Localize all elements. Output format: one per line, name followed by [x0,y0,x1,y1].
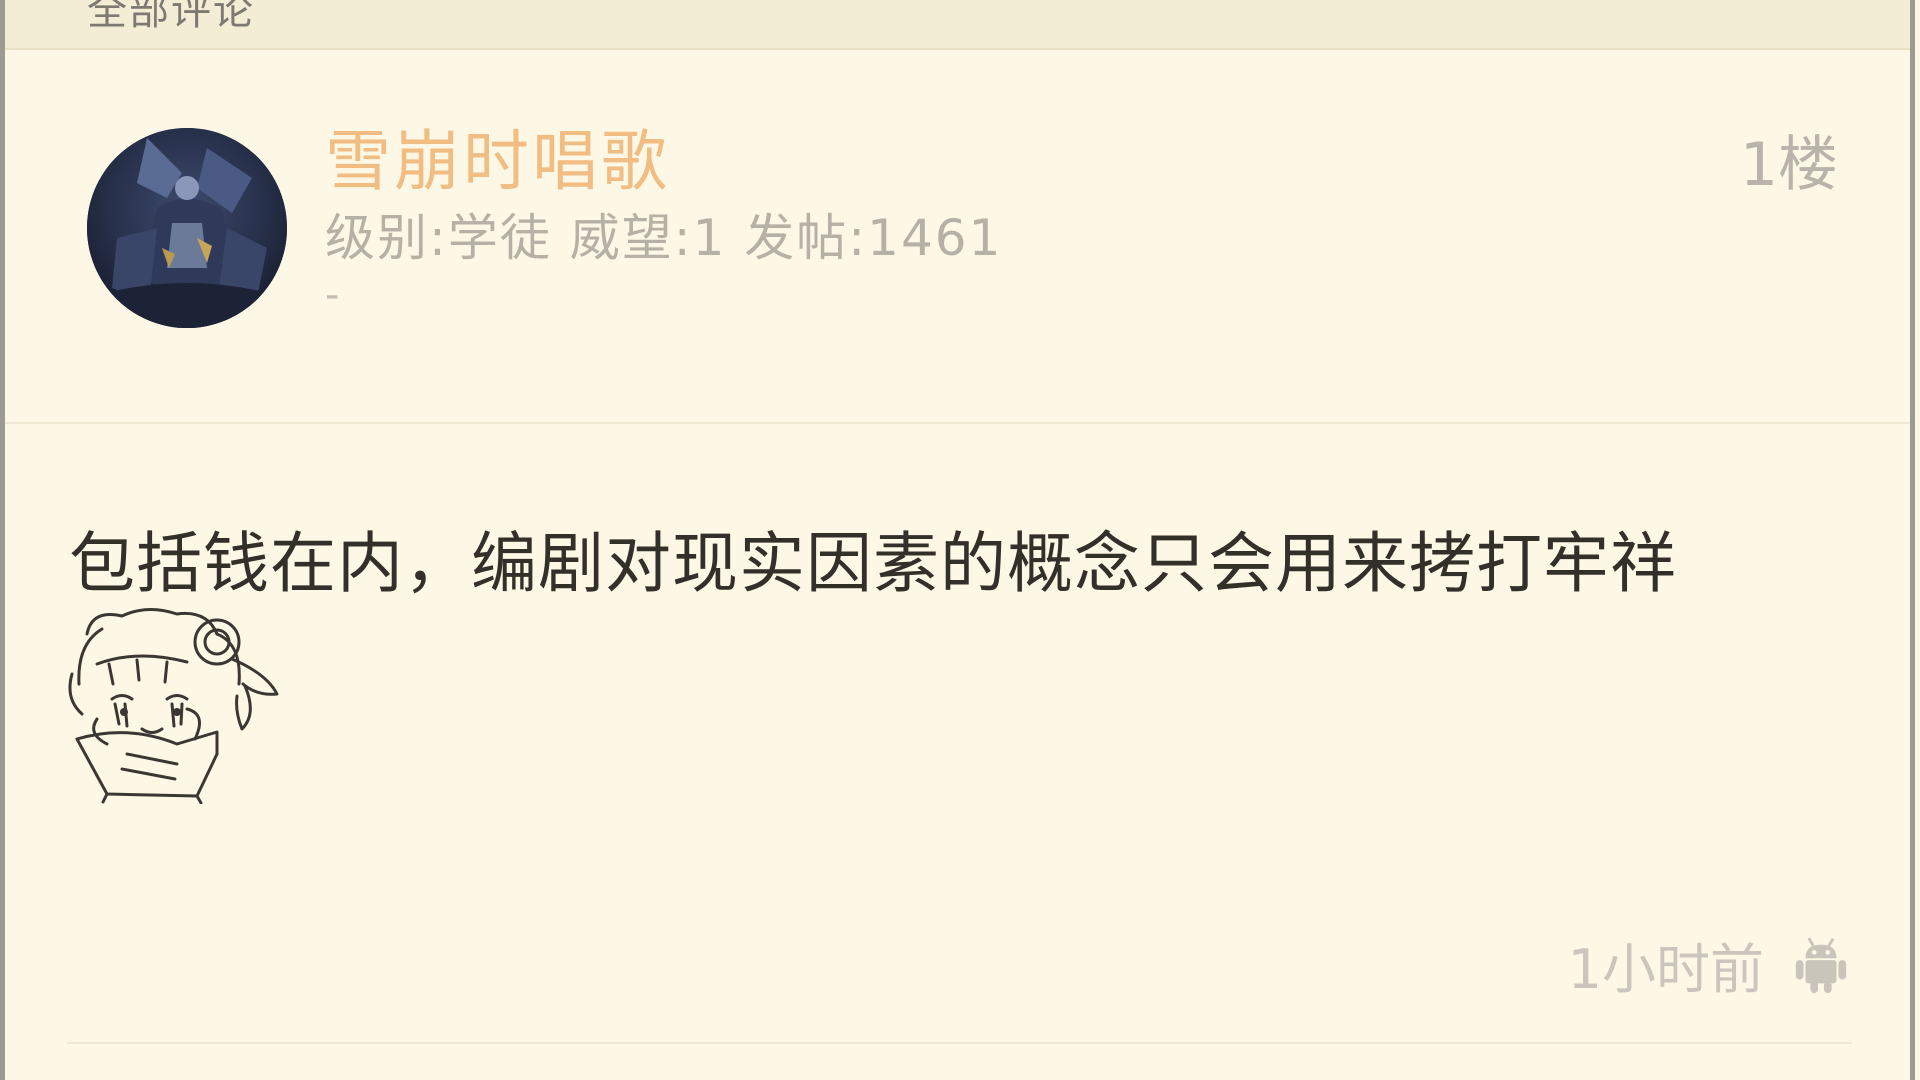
comment-time: 1小时前 [1567,937,1764,1001]
section-header: 全部评论 [5,0,1910,50]
username[interactable]: 雪崩时唱歌 [325,108,670,204]
section-title: 全部评论 [87,0,255,34]
floor-number: 1楼 [1739,130,1838,200]
sticker-image [68,608,279,805]
user-avatar[interactable] [87,128,287,328]
comment-user-info: 雪崩时唱歌 级别:学徒 威望:1 发帖:1461 - 1楼 [5,50,1910,424]
comment-content: 包括钱在内，编剧对现实因素的概念只会用来拷打牢祥 [69,525,1677,602]
user-signature: - [325,272,340,318]
android-icon [1795,937,1847,994]
comment-footer: 1小时前 [1568,924,1852,1004]
comment-divider [67,1042,1852,1044]
avatar-image [87,128,287,328]
anime-girl-sticker [67,604,287,805]
comment-page: 全部评论 雪崩时唱歌 级别:学徒 威望:1 发帖:1461 - 1楼 包括钱在内… [0,0,1915,1080]
user-stats: 级别:学徒 威望:1 发帖:1461 [325,209,1003,267]
